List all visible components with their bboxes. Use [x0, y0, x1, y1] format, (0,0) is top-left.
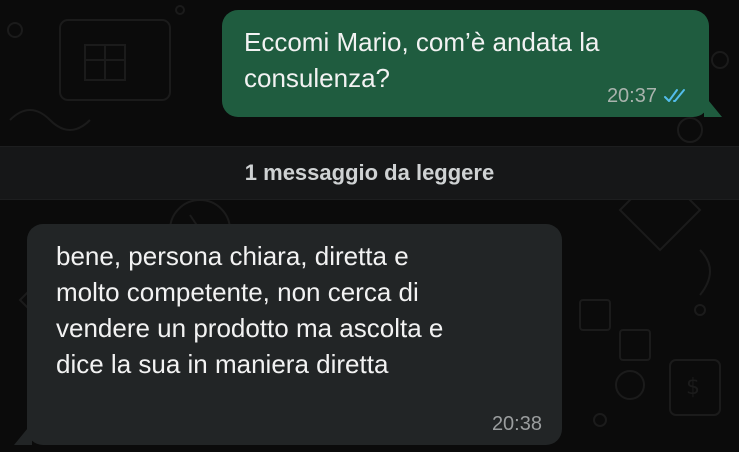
message-time: 20:38: [491, 413, 542, 435]
message-line: Eccomi Mario, com’è andata la: [244, 27, 600, 57]
message-time: 20:37: [606, 85, 657, 107]
svg-text:$: $: [686, 375, 700, 400]
chat-area[interactable]: $ Eccomi Mario, com’è andata la consulen…: [0, 0, 739, 452]
message-line: dice la sua in maniera diretta: [56, 349, 389, 379]
bubble-tail: [14, 423, 32, 445]
unread-messages-divider: 1 messaggio da leggere: [0, 146, 739, 200]
double-check-read-icon: [664, 89, 685, 102]
incoming-message-text: bene, persona chiara, diretta e molto co…: [56, 238, 538, 382]
bubble-tail: [704, 95, 722, 117]
message-line: vendere un prodotto ma ascolta e: [56, 313, 444, 343]
message-line: molto competente, non cerca di: [56, 277, 419, 307]
message-meta: 20:37: [607, 85, 689, 107]
unread-messages-label: 1 messaggio da leggere: [244, 160, 495, 185]
incoming-message-bubble[interactable]: bene, persona chiara, diretta e molto co…: [14, 224, 562, 445]
outgoing-message-bubble[interactable]: Eccomi Mario, com’è andata la consulenza…: [222, 10, 722, 117]
message-meta: 20:38: [492, 413, 542, 435]
message-line: bene, persona chiara, diretta e: [56, 241, 409, 271]
